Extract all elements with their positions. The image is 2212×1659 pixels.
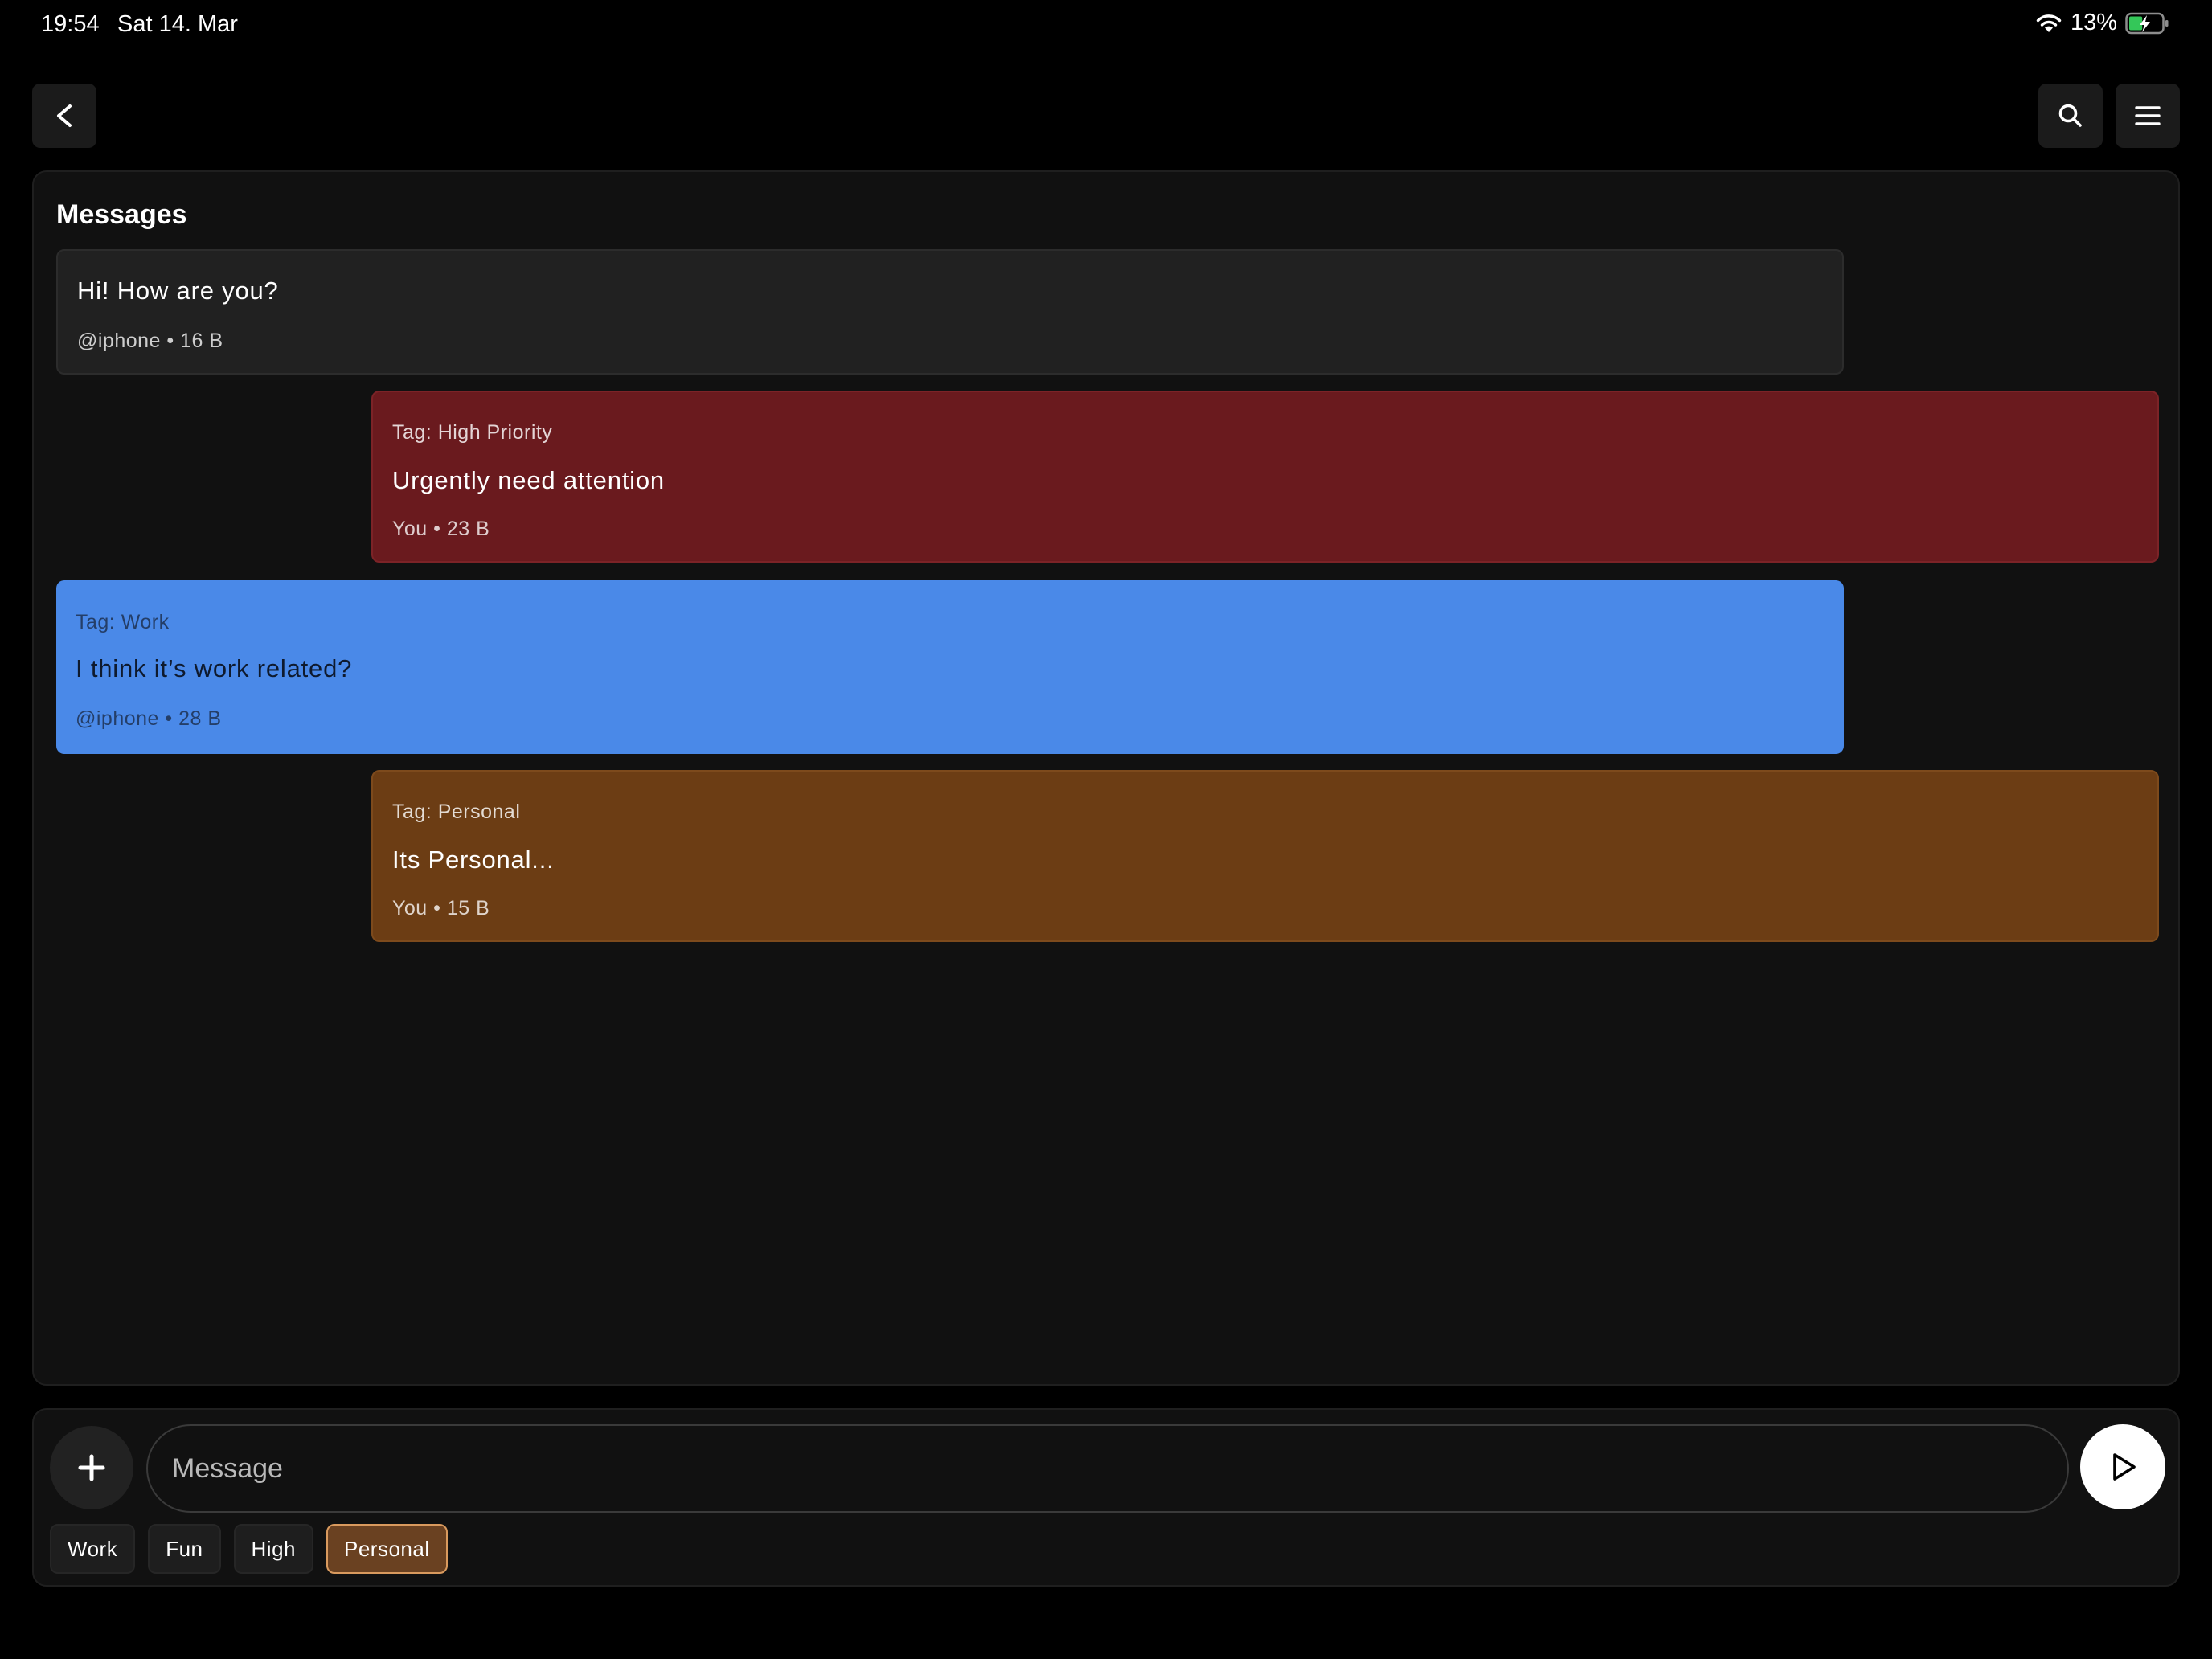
back-button[interactable] (32, 84, 96, 148)
menu-icon (2135, 106, 2161, 125)
message-item[interactable]: Tag: Personal Its Personal... You • 15 B (371, 770, 2159, 942)
battery-percent: 13% (2070, 10, 2117, 35)
composer: Work Fun High Personal (32, 1408, 2180, 1587)
messages-panel: Messages Hi! How are you? @iphone • 16 B… (32, 170, 2180, 1386)
message-body: Hi! How are you? (77, 276, 279, 305)
wifi-icon (2035, 13, 2062, 34)
message-item[interactable]: Tag: Work I think it’s work related? @ip… (56, 580, 1844, 754)
message-meta: You • 23 B (392, 518, 490, 540)
message-tag: Tag: Work (76, 611, 170, 633)
status-time: 19:54 (41, 11, 100, 37)
message-meta: @iphone • 28 B (76, 707, 222, 730)
add-attachment-button[interactable] (50, 1426, 133, 1509)
send-icon (2113, 1453, 2136, 1481)
search-button[interactable] (2038, 84, 2103, 148)
tag-chip-row: Work Fun High Personal (50, 1524, 448, 1574)
plus-icon (78, 1454, 105, 1481)
message-body: Its Personal... (392, 846, 555, 874)
status-indicators: 13% (2035, 10, 2170, 36)
tag-chip-high[interactable]: High (233, 1524, 313, 1574)
menu-button[interactable] (2116, 84, 2180, 148)
message-body: Urgently need attention (392, 466, 665, 494)
tag-chip-work[interactable]: Work (50, 1524, 136, 1574)
chevron-left-icon (57, 104, 72, 127)
message-input[interactable] (146, 1424, 2069, 1513)
message-item[interactable]: Hi! How are you? @iphone • 16 B (56, 249, 1844, 375)
status-date: Sat 14. Mar (117, 11, 238, 37)
message-tag: Tag: Personal (392, 801, 521, 823)
send-button[interactable] (2080, 1424, 2165, 1509)
message-meta: You • 15 B (392, 897, 490, 920)
message-item[interactable]: Tag: High Priority Urgently need attenti… (371, 391, 2159, 563)
message-body: I think it’s work related? (76, 654, 353, 682)
message-meta: @iphone • 16 B (77, 330, 223, 352)
status-bar: 19:54 Sat 14. Mar 13% (0, 0, 2212, 51)
tag-chip-personal[interactable]: Personal (326, 1524, 448, 1574)
message-tag: Tag: High Priority (392, 421, 553, 444)
battery-charging-icon (2125, 12, 2170, 35)
panel-title: Messages (56, 199, 187, 230)
search-icon (2058, 104, 2082, 127)
tag-chip-fun[interactable]: Fun (148, 1524, 221, 1574)
